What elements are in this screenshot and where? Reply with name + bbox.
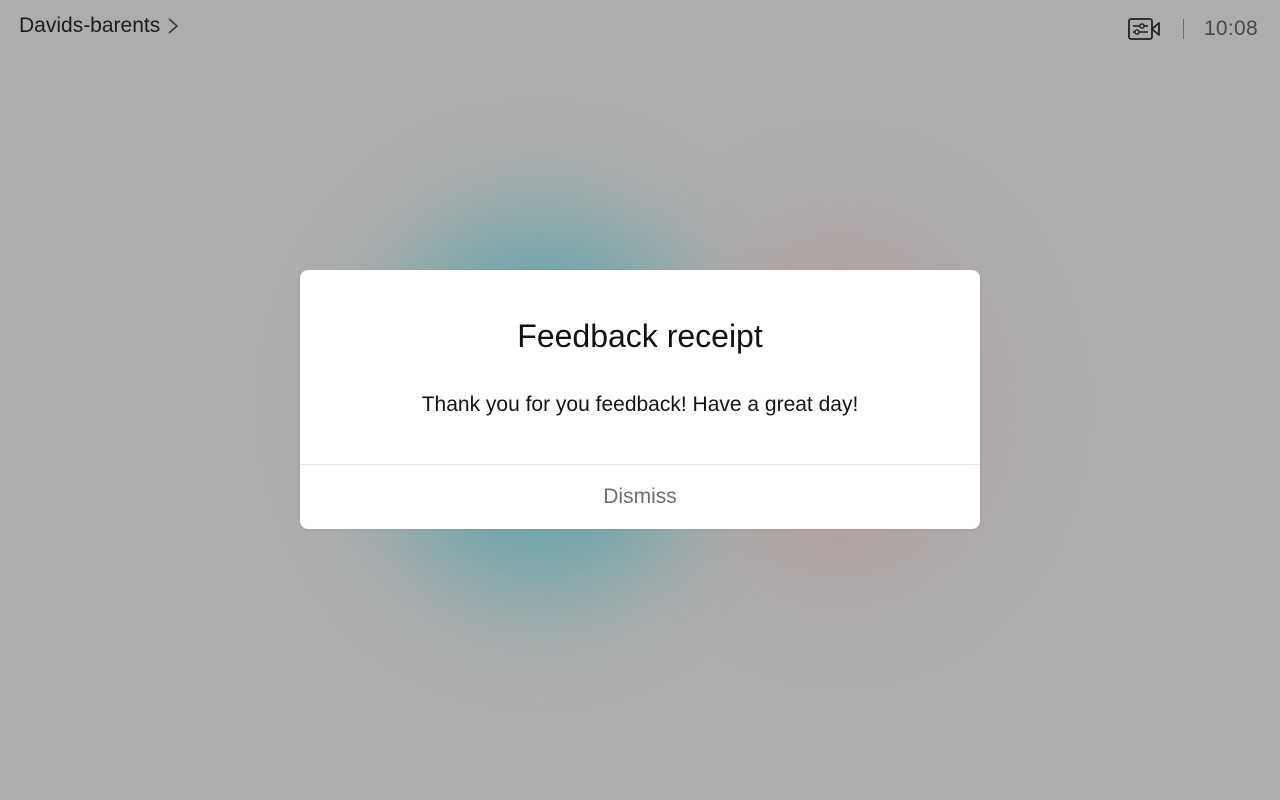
status-area: 10:08 bbox=[1127, 14, 1258, 44]
room-name: Davids-barents bbox=[19, 14, 161, 37]
camera-controls-icon[interactable] bbox=[1127, 16, 1161, 42]
dialog-title: Feedback receipt bbox=[517, 318, 763, 354]
separator bbox=[1182, 19, 1184, 39]
dismiss-button[interactable]: Dismiss bbox=[300, 465, 980, 529]
room-name-button[interactable]: Davids-barents bbox=[19, 14, 180, 38]
feedback-dialog: Feedback receipt Thank you for you feedb… bbox=[300, 270, 980, 529]
dialog-message: Thank you for you feedback! Have a great… bbox=[421, 393, 859, 416]
clock-time: 10:08 bbox=[1203, 17, 1258, 40]
chevron-right-icon bbox=[168, 18, 179, 34]
